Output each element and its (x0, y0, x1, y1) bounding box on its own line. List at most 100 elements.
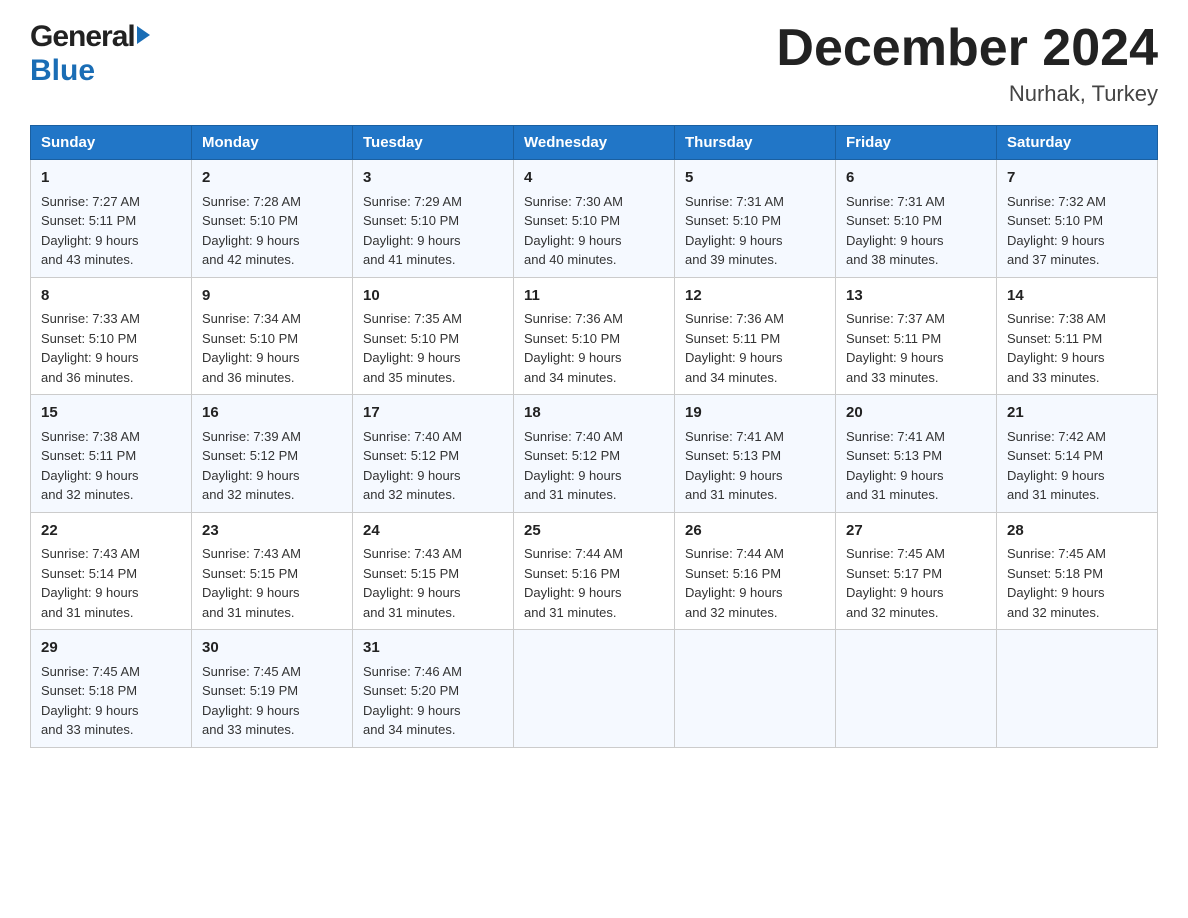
calendar-day-cell: 5Sunrise: 7:31 AMSunset: 5:10 PMDaylight… (675, 160, 836, 278)
day-info: Sunrise: 7:44 AMSunset: 5:16 PMDaylight:… (524, 544, 664, 622)
day-number: 6 (846, 167, 986, 190)
calendar-day-cell: 1Sunrise: 7:27 AMSunset: 5:11 PMDaylight… (31, 160, 192, 278)
calendar-day-cell: 28Sunrise: 7:45 AMSunset: 5:18 PMDayligh… (997, 512, 1158, 630)
calendar-day-cell (514, 630, 675, 748)
day-number: 13 (846, 285, 986, 308)
day-number: 27 (846, 520, 986, 543)
day-number: 28 (1007, 520, 1147, 543)
logo-arrow-icon (137, 26, 150, 44)
calendar-day-cell: 23Sunrise: 7:43 AMSunset: 5:15 PMDayligh… (192, 512, 353, 630)
day-number: 10 (363, 285, 503, 308)
day-info: Sunrise: 7:40 AMSunset: 5:12 PMDaylight:… (363, 427, 503, 505)
day-number: 30 (202, 637, 342, 660)
calendar-day-cell: 6Sunrise: 7:31 AMSunset: 5:10 PMDaylight… (836, 160, 997, 278)
day-info: Sunrise: 7:31 AMSunset: 5:10 PMDaylight:… (846, 192, 986, 270)
day-number: 19 (685, 402, 825, 425)
day-info: Sunrise: 7:28 AMSunset: 5:10 PMDaylight:… (202, 192, 342, 270)
calendar-day-cell (997, 630, 1158, 748)
calendar-table: SundayMondayTuesdayWednesdayThursdayFrid… (30, 125, 1158, 748)
day-info: Sunrise: 7:46 AMSunset: 5:20 PMDaylight:… (363, 662, 503, 740)
weekday-header-thursday: Thursday (675, 126, 836, 160)
calendar-day-cell (675, 630, 836, 748)
day-number: 22 (41, 520, 181, 543)
day-number: 2 (202, 167, 342, 190)
day-number: 9 (202, 285, 342, 308)
calendar-day-cell: 17Sunrise: 7:40 AMSunset: 5:12 PMDayligh… (353, 395, 514, 513)
logo-blue-text: Blue (30, 54, 95, 87)
calendar-week-row: 29Sunrise: 7:45 AMSunset: 5:18 PMDayligh… (31, 630, 1158, 748)
day-number: 21 (1007, 402, 1147, 425)
logo: General Blue (30, 20, 150, 88)
calendar-day-cell: 16Sunrise: 7:39 AMSunset: 5:12 PMDayligh… (192, 395, 353, 513)
calendar-day-cell: 19Sunrise: 7:41 AMSunset: 5:13 PMDayligh… (675, 395, 836, 513)
day-number: 18 (524, 402, 664, 425)
day-info: Sunrise: 7:30 AMSunset: 5:10 PMDaylight:… (524, 192, 664, 270)
calendar-day-cell: 25Sunrise: 7:44 AMSunset: 5:16 PMDayligh… (514, 512, 675, 630)
weekday-header-monday: Monday (192, 126, 353, 160)
calendar-body: 1Sunrise: 7:27 AMSunset: 5:11 PMDaylight… (31, 160, 1158, 748)
calendar-day-cell: 12Sunrise: 7:36 AMSunset: 5:11 PMDayligh… (675, 277, 836, 395)
logo-general-text: General (30, 20, 135, 54)
calendar-day-cell: 14Sunrise: 7:38 AMSunset: 5:11 PMDayligh… (997, 277, 1158, 395)
day-info: Sunrise: 7:41 AMSunset: 5:13 PMDaylight:… (846, 427, 986, 505)
day-number: 29 (41, 637, 181, 660)
day-number: 15 (41, 402, 181, 425)
day-info: Sunrise: 7:41 AMSunset: 5:13 PMDaylight:… (685, 427, 825, 505)
day-number: 8 (41, 285, 181, 308)
calendar-day-cell: 3Sunrise: 7:29 AMSunset: 5:10 PMDaylight… (353, 160, 514, 278)
location-title: Nurhak, Turkey (776, 81, 1158, 107)
day-number: 14 (1007, 285, 1147, 308)
day-info: Sunrise: 7:45 AMSunset: 5:19 PMDaylight:… (202, 662, 342, 740)
day-info: Sunrise: 7:38 AMSunset: 5:11 PMDaylight:… (41, 427, 181, 505)
calendar-day-cell: 11Sunrise: 7:36 AMSunset: 5:10 PMDayligh… (514, 277, 675, 395)
day-number: 31 (363, 637, 503, 660)
calendar-week-row: 22Sunrise: 7:43 AMSunset: 5:14 PMDayligh… (31, 512, 1158, 630)
day-number: 1 (41, 167, 181, 190)
calendar-day-cell: 20Sunrise: 7:41 AMSunset: 5:13 PMDayligh… (836, 395, 997, 513)
day-info: Sunrise: 7:35 AMSunset: 5:10 PMDaylight:… (363, 309, 503, 387)
day-number: 4 (524, 167, 664, 190)
day-info: Sunrise: 7:33 AMSunset: 5:10 PMDaylight:… (41, 309, 181, 387)
calendar-header: SundayMondayTuesdayWednesdayThursdayFrid… (31, 126, 1158, 160)
day-info: Sunrise: 7:38 AMSunset: 5:11 PMDaylight:… (1007, 309, 1147, 387)
calendar-day-cell: 30Sunrise: 7:45 AMSunset: 5:19 PMDayligh… (192, 630, 353, 748)
calendar-day-cell: 24Sunrise: 7:43 AMSunset: 5:15 PMDayligh… (353, 512, 514, 630)
day-number: 17 (363, 402, 503, 425)
title-area: December 2024 Nurhak, Turkey (776, 20, 1158, 107)
calendar-week-row: 15Sunrise: 7:38 AMSunset: 5:11 PMDayligh… (31, 395, 1158, 513)
calendar-day-cell: 31Sunrise: 7:46 AMSunset: 5:20 PMDayligh… (353, 630, 514, 748)
day-info: Sunrise: 7:32 AMSunset: 5:10 PMDaylight:… (1007, 192, 1147, 270)
day-info: Sunrise: 7:42 AMSunset: 5:14 PMDaylight:… (1007, 427, 1147, 505)
day-info: Sunrise: 7:40 AMSunset: 5:12 PMDaylight:… (524, 427, 664, 505)
month-title: December 2024 (776, 20, 1158, 77)
day-info: Sunrise: 7:29 AMSunset: 5:10 PMDaylight:… (363, 192, 503, 270)
page-header: General Blue December 2024 Nurhak, Turke… (30, 20, 1158, 107)
day-number: 12 (685, 285, 825, 308)
weekday-header-sunday: Sunday (31, 126, 192, 160)
day-number: 25 (524, 520, 664, 543)
calendar-day-cell: 13Sunrise: 7:37 AMSunset: 5:11 PMDayligh… (836, 277, 997, 395)
calendar-week-row: 1Sunrise: 7:27 AMSunset: 5:11 PMDaylight… (31, 160, 1158, 278)
day-number: 16 (202, 402, 342, 425)
day-number: 3 (363, 167, 503, 190)
calendar-day-cell: 15Sunrise: 7:38 AMSunset: 5:11 PMDayligh… (31, 395, 192, 513)
day-info: Sunrise: 7:45 AMSunset: 5:18 PMDaylight:… (41, 662, 181, 740)
day-number: 26 (685, 520, 825, 543)
day-info: Sunrise: 7:43 AMSunset: 5:15 PMDaylight:… (363, 544, 503, 622)
calendar-day-cell: 27Sunrise: 7:45 AMSunset: 5:17 PMDayligh… (836, 512, 997, 630)
calendar-day-cell: 2Sunrise: 7:28 AMSunset: 5:10 PMDaylight… (192, 160, 353, 278)
day-info: Sunrise: 7:45 AMSunset: 5:18 PMDaylight:… (1007, 544, 1147, 622)
calendar-day-cell: 8Sunrise: 7:33 AMSunset: 5:10 PMDaylight… (31, 277, 192, 395)
calendar-day-cell: 29Sunrise: 7:45 AMSunset: 5:18 PMDayligh… (31, 630, 192, 748)
day-number: 7 (1007, 167, 1147, 190)
day-number: 24 (363, 520, 503, 543)
day-info: Sunrise: 7:36 AMSunset: 5:11 PMDaylight:… (685, 309, 825, 387)
day-info: Sunrise: 7:37 AMSunset: 5:11 PMDaylight:… (846, 309, 986, 387)
calendar-day-cell (836, 630, 997, 748)
calendar-day-cell: 7Sunrise: 7:32 AMSunset: 5:10 PMDaylight… (997, 160, 1158, 278)
calendar-day-cell: 10Sunrise: 7:35 AMSunset: 5:10 PMDayligh… (353, 277, 514, 395)
weekday-header-saturday: Saturday (997, 126, 1158, 160)
day-info: Sunrise: 7:45 AMSunset: 5:17 PMDaylight:… (846, 544, 986, 622)
day-info: Sunrise: 7:39 AMSunset: 5:12 PMDaylight:… (202, 427, 342, 505)
day-info: Sunrise: 7:34 AMSunset: 5:10 PMDaylight:… (202, 309, 342, 387)
